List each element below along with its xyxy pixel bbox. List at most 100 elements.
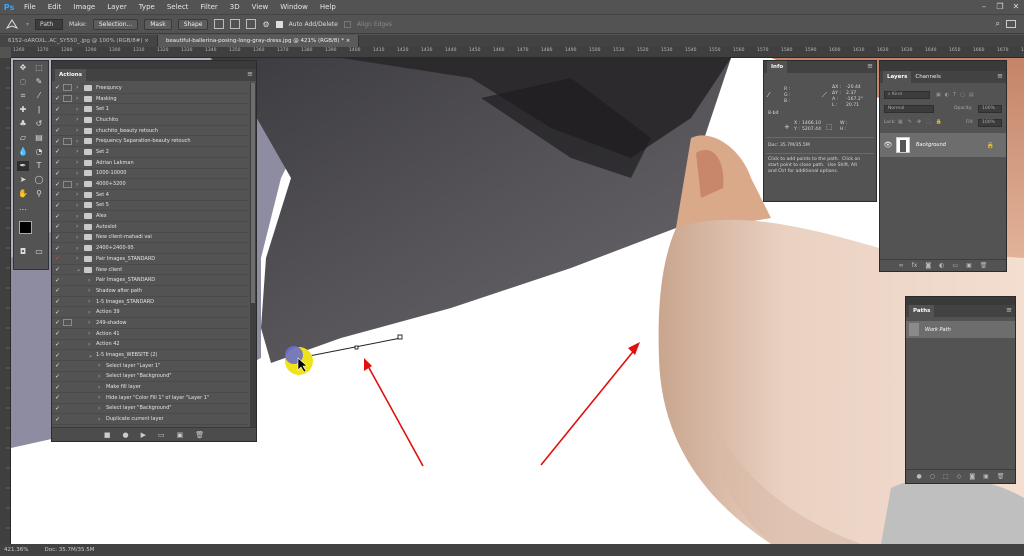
toggle-dialog-icon[interactable] bbox=[63, 394, 72, 401]
toggle-dialog-icon[interactable] bbox=[63, 416, 72, 423]
toggle-dialog-icon[interactable] bbox=[63, 95, 72, 103]
lasso-tool-icon[interactable]: ◌ bbox=[17, 77, 29, 87]
chevron-right-icon[interactable]: › bbox=[88, 309, 96, 316]
menu-3d[interactable]: 3D bbox=[224, 0, 246, 14]
path-row-work-path[interactable]: Work Path bbox=[906, 321, 1015, 338]
action-set-row[interactable]: ✓ › Chuchito bbox=[52, 115, 248, 126]
chevron-right-icon[interactable]: › bbox=[76, 181, 84, 188]
eyedropper-tool-icon[interactable]: ⁄ bbox=[33, 91, 45, 101]
toggle-item-checkbox[interactable]: ✓ bbox=[52, 362, 63, 369]
toggle-dialog-icon[interactable] bbox=[63, 266, 72, 273]
path-selection-tool-icon[interactable]: ➤ bbox=[17, 175, 29, 185]
menu-filter[interactable]: Filter bbox=[194, 0, 223, 14]
tab-document-2[interactable]: beautiful-ballerina-posing-long-gray-dre… bbox=[157, 35, 360, 47]
blur-tool-icon[interactable]: 💧 bbox=[17, 147, 29, 157]
menu-type[interactable]: Type bbox=[133, 0, 161, 14]
toggle-dialog-icon[interactable] bbox=[63, 245, 72, 252]
pen-tool-icon[interactable]: ✒ bbox=[17, 161, 29, 171]
chevron-down-icon[interactable]: ⌄ bbox=[88, 352, 96, 359]
eraser-tool-icon[interactable]: ▱ bbox=[17, 133, 29, 143]
pixel-filter-icon[interactable]: ▣ bbox=[936, 92, 941, 98]
layer-filter-select[interactable]: ⌕ Kind bbox=[884, 91, 930, 99]
toggle-item-checkbox[interactable]: ✓ bbox=[52, 223, 63, 230]
action-row[interactable]: ✓ › 249-shadow bbox=[52, 318, 248, 329]
toggle-dialog-icon[interactable] bbox=[63, 148, 72, 155]
toggle-item-checkbox[interactable]: ✓ bbox=[52, 352, 63, 359]
menu-image[interactable]: Image bbox=[67, 0, 101, 14]
toggle-item-checkbox[interactable]: ✓ bbox=[52, 266, 63, 273]
shape-filter-icon[interactable]: ▢ bbox=[960, 92, 965, 98]
actions-scrollbar[interactable] bbox=[250, 83, 256, 429]
chevron-right-icon[interactable]: › bbox=[98, 405, 106, 412]
history-brush-tool-icon[interactable]: ↺ bbox=[33, 119, 45, 129]
chevron-right-icon[interactable]: › bbox=[76, 84, 84, 91]
toggle-dialog-icon[interactable] bbox=[63, 319, 72, 327]
fill-path-icon[interactable]: ● bbox=[917, 473, 922, 480]
edit-toolbar-icon[interactable]: … bbox=[17, 203, 29, 213]
chevron-right-icon[interactable]: › bbox=[76, 245, 84, 252]
toggle-item-checkbox[interactable]: ✓ bbox=[52, 298, 63, 305]
chevron-right-icon[interactable]: › bbox=[88, 319, 96, 326]
action-set-row[interactable]: ✓ › Pair Images_STANDARD bbox=[52, 254, 248, 265]
chevron-right-icon[interactable]: › bbox=[76, 202, 84, 209]
lock-all-icon[interactable]: 🔒 bbox=[936, 119, 942, 125]
action-set-row[interactable]: ✓ › 4000+3200 bbox=[52, 179, 248, 190]
brush-tool-icon[interactable]: ǀ bbox=[33, 105, 45, 115]
toggle-item-checkbox[interactable]: ✓ bbox=[52, 106, 63, 113]
action-set-row[interactable]: ✓ › Freequncy bbox=[52, 83, 248, 94]
tab-paths[interactable]: Paths bbox=[909, 305, 935, 317]
menu-view[interactable]: View bbox=[246, 0, 275, 14]
make-selection-button[interactable]: Selection... bbox=[92, 18, 139, 30]
action-row[interactable]: ✓ › 1-5 Images_STANDARD bbox=[52, 297, 248, 308]
toggle-dialog-icon[interactable] bbox=[63, 137, 72, 145]
menu-file[interactable]: File bbox=[18, 0, 42, 14]
make-mask-button[interactable]: Mask bbox=[144, 18, 172, 30]
close-button[interactable]: ✕ bbox=[1008, 0, 1024, 14]
toggle-dialog-icon[interactable] bbox=[63, 330, 72, 337]
toggle-dialog-icon[interactable] bbox=[63, 298, 72, 305]
toggle-dialog-icon[interactable] bbox=[63, 362, 72, 369]
crop-tool-icon[interactable]: ⌗ bbox=[17, 91, 29, 101]
minimize-button[interactable]: – bbox=[976, 0, 992, 14]
tab-channels[interactable]: Channels bbox=[911, 71, 944, 83]
tab-document-1[interactable]: 6152-oAROXL..AC_SY550_.jpg @ 100% (RGB/8… bbox=[0, 35, 158, 47]
toggle-dialog-icon[interactable] bbox=[63, 202, 72, 209]
adjust-filter-icon[interactable]: ◐ bbox=[945, 92, 949, 98]
marquee-tool-icon[interactable]: ⬚ bbox=[33, 63, 45, 73]
zoom-level[interactable]: 421.36% bbox=[4, 547, 28, 553]
action-set-row[interactable]: ✓ › 1000-10000 bbox=[52, 169, 248, 180]
action-set-row[interactable]: ✓ › New client-mahadi vai bbox=[52, 233, 248, 244]
auto-add-delete-checkbox[interactable] bbox=[275, 20, 283, 28]
chevron-right-icon[interactable]: › bbox=[88, 287, 96, 294]
trash-icon[interactable]: 🗑 bbox=[980, 262, 988, 269]
toggle-item-checkbox[interactable]: ✓ bbox=[52, 170, 63, 177]
zoom-tool-icon[interactable]: ⚲ bbox=[33, 189, 45, 199]
toggle-dialog-icon[interactable] bbox=[63, 405, 72, 412]
maximize-button[interactable]: ❐ bbox=[992, 0, 1008, 14]
pen-tool-icon[interactable] bbox=[4, 18, 20, 30]
tab-actions[interactable]: Actions bbox=[55, 69, 86, 81]
blend-mode-select[interactable]: Normal bbox=[884, 105, 934, 113]
path-operations-icon[interactable] bbox=[214, 19, 225, 29]
add-mask-icon[interactable]: ◙ bbox=[969, 473, 975, 480]
panel-menu-icon[interactable]: ≡ bbox=[997, 72, 1003, 80]
toggle-item-checkbox[interactable]: ✓ bbox=[52, 84, 63, 91]
quick-mask-icon[interactable]: ◘ bbox=[17, 247, 29, 257]
toggle-item-checkbox[interactable]: ✓ bbox=[52, 330, 63, 337]
toggle-dialog-icon[interactable] bbox=[63, 191, 72, 198]
toggle-item-checkbox[interactable]: ✓ bbox=[52, 319, 63, 326]
action-step-row[interactable]: ✓ › Make fill layer bbox=[52, 382, 248, 393]
fill-input[interactable]: 100% bbox=[978, 119, 1002, 127]
layer-row-background[interactable]: 👁 Background 🔒 bbox=[880, 133, 1006, 157]
toggle-item-checkbox[interactable]: ✓ bbox=[52, 202, 63, 209]
chevron-right-icon[interactable]: › bbox=[98, 362, 106, 369]
type-filter-icon[interactable]: T bbox=[953, 92, 956, 98]
tab-layers[interactable]: Layers bbox=[883, 71, 912, 83]
toggle-dialog-icon[interactable] bbox=[63, 106, 72, 113]
toggle-item-checkbox[interactable]: ✓ bbox=[52, 181, 63, 188]
new-layer-icon[interactable]: ▣ bbox=[966, 262, 972, 269]
opacity-input[interactable]: 100% bbox=[978, 105, 1002, 113]
toggle-item-checkbox[interactable]: ✓ bbox=[52, 384, 63, 391]
toggle-dialog-icon[interactable] bbox=[63, 373, 72, 380]
tool-preset-chevron-icon[interactable]: ▾ bbox=[26, 21, 29, 28]
